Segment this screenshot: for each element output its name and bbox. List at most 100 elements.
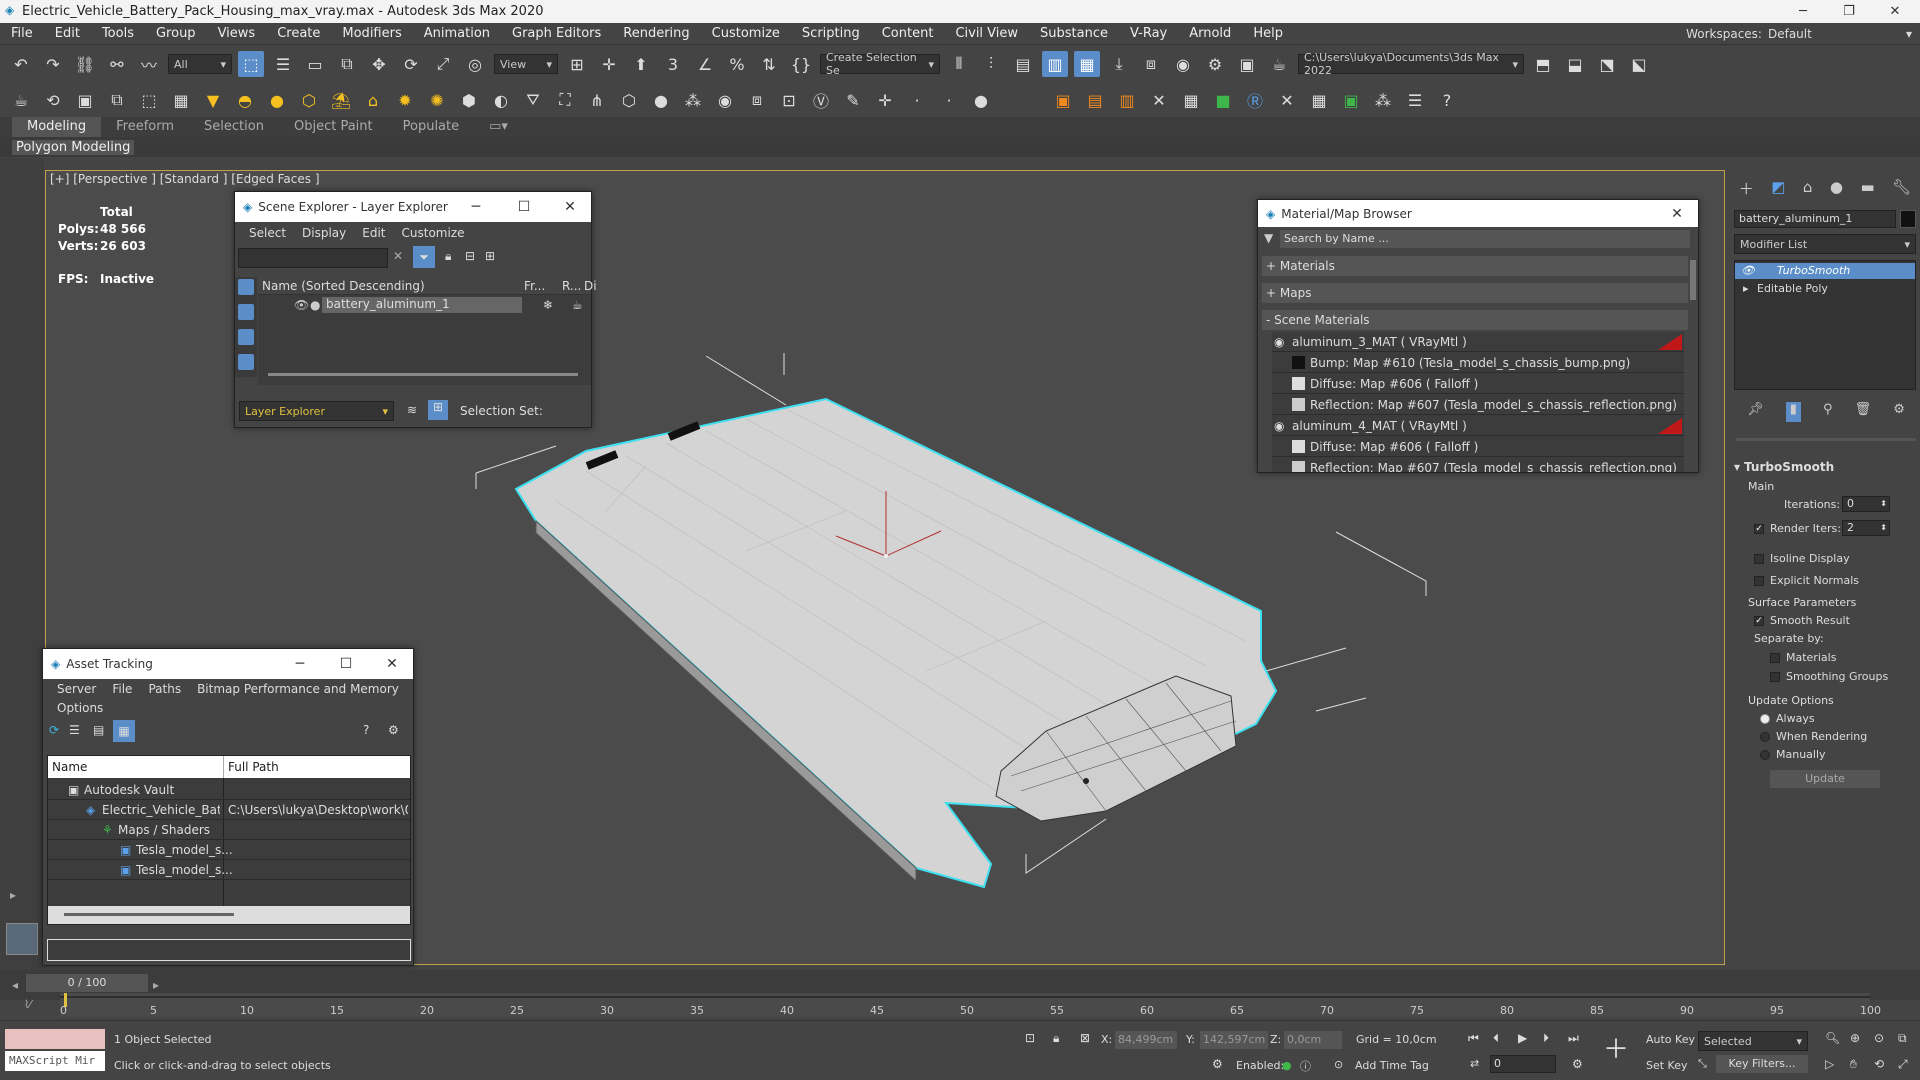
pivot-icon[interactable]: ⊞ (564, 51, 590, 77)
sun-icon[interactable]: ✹ (392, 87, 418, 113)
tab-freeform[interactable]: Freeform (101, 117, 189, 137)
utilities-tab-icon[interactable]: 🔧︎ (1892, 178, 1911, 200)
col-di[interactable]: Di (584, 279, 597, 293)
pin-stack-icon[interactable]: 📌︎ (1747, 402, 1764, 422)
teapot-icon[interactable]: ☕ (8, 87, 34, 113)
menu-create[interactable]: Create (266, 26, 331, 41)
zoom-icon[interactable]: 🔍︎ (1825, 1031, 1840, 1045)
forest-pack-icon[interactable]: ▣ (1050, 87, 1076, 113)
list-tool-icon[interactable]: ☰ (1402, 87, 1428, 113)
chevron-right-icon[interactable]: ▸ (1743, 282, 1749, 295)
tab-modeling[interactable]: Modeling (12, 117, 102, 137)
ribbon-options-icon[interactable]: ▭▾ (474, 117, 523, 137)
menu-arnold[interactable]: Arnold (1178, 26, 1242, 41)
mb-item[interactable]: Reflection: Map #607 (Tesla_model_s_chas… (1272, 458, 1684, 472)
percent-snap-icon[interactable]: % (724, 51, 750, 77)
stack-item-editable-poly[interactable]: ▸ Editable Poly (1735, 281, 1915, 297)
select-object-icon[interactable]: ⬚ (238, 51, 264, 77)
vray-dot-c-icon[interactable]: ● (968, 87, 994, 113)
filter-icon[interactable]: ⏷ (413, 246, 435, 268)
project-path-dropdown[interactable]: C:\Users\lukya\Documents\3ds Max 2022 ▾ (1298, 51, 1524, 77)
menu-vray[interactable]: V-Ray (1119, 26, 1178, 41)
se-row[interactable]: 👁︎ ● battery_aluminum_1 ❄ ☕ (258, 296, 591, 314)
layer-manager-icon[interactable]: ▤ (1010, 51, 1036, 77)
scene-explorer-icon[interactable]: ▦ (1074, 51, 1100, 77)
vray-converter-icon[interactable]: ⊡ (776, 87, 802, 113)
key-selection-dropdown[interactable]: Selected ▾ (1698, 1031, 1808, 1051)
at-menu-options[interactable]: Options (49, 701, 111, 715)
reference-coord-dropdown[interactable]: View ▾ (494, 54, 558, 74)
materials-row[interactable]: Materials (1770, 651, 1836, 664)
col-name[interactable]: Name (52, 760, 87, 774)
mb-item[interactable]: Reflection: Map #607 (Tesla_model_s_chas… (1272, 395, 1684, 415)
scale-icon[interactable]: ⤢ (430, 51, 456, 77)
vray-dot-a-icon[interactable]: · (904, 87, 930, 113)
time-config-icon[interactable]: ⚙ (1572, 1057, 1583, 1071)
light-spot-icon[interactable]: ▼ (200, 87, 226, 113)
menu-substance[interactable]: Substance (1029, 26, 1119, 41)
configure-sets-icon[interactable]: ⚙ (1893, 402, 1905, 422)
table-row[interactable]: ⚘ Maps / Shaders (48, 820, 410, 840)
smooth-result-row[interactable]: ✓ Smooth Result (1754, 614, 1850, 627)
render-iters-row[interactable]: ✓ Render Iters: (1754, 522, 1841, 535)
display-cameras-icon[interactable] (238, 354, 254, 370)
tab-populate[interactable]: Populate (388, 117, 475, 137)
selection-filter-dropdown[interactable]: All ▾ (168, 54, 232, 74)
x-coordinate-field[interactable]: 84,499cm (1115, 1031, 1177, 1049)
refresh-icon[interactable]: ⟳ (49, 723, 59, 737)
ribbon-polygon-modeling[interactable]: Polygon Modeling (12, 139, 135, 155)
edit-named-sets-icon[interactable]: {} (788, 51, 814, 77)
select-by-name-icon[interactable]: ☰ (270, 51, 296, 77)
display-objects-icon[interactable] (238, 279, 254, 295)
update-button[interactable]: Update (1770, 770, 1880, 788)
always-radio[interactable]: Always (1760, 712, 1815, 725)
pan-icon[interactable]: ✋︎ (1850, 1057, 1857, 1072)
menu-views[interactable]: Views (207, 26, 267, 41)
remove-modifier-icon[interactable]: 🗑︎ (1855, 402, 1872, 422)
table-row[interactable]: ◈ Electric_Vehicle_Batt... C:\Users\luky… (48, 800, 410, 820)
next-key-icon[interactable]: ⏵ (1543, 1031, 1549, 1046)
add-time-tag[interactable]: Add Time Tag (1355, 1059, 1429, 1072)
viewport-thumb[interactable] (6, 923, 38, 955)
vray-light-icon[interactable]: ⟲ (40, 87, 66, 113)
vray-tool-b-icon[interactable]: ✛ (872, 87, 898, 113)
transform-mode-icon[interactable]: ⊠ (1080, 1031, 1090, 1045)
keyboard-shortcut-icon[interactable]: ⬆ (628, 51, 654, 77)
vray-proxy-icon[interactable]: ⧉ (104, 87, 130, 113)
scatter-icon[interactable]: ⁂ (1370, 87, 1396, 113)
mb-item[interactable]: Diffuse: Map #606 ( Falloff ) (1272, 374, 1684, 394)
schematic-view-icon[interactable]: ⧈ (1138, 51, 1164, 77)
minimize-icon[interactable]: ─ (455, 192, 497, 222)
time-slider[interactable]: 0 / 100 (26, 974, 148, 992)
layer-explorer-dropdown[interactable]: Layer Explorer ▾ (239, 401, 394, 421)
help-icon[interactable]: ? (363, 723, 369, 737)
manually-radio[interactable]: Manually (1760, 748, 1826, 761)
frozen-icon[interactable]: ❄ (543, 298, 553, 312)
se-hscrollbar[interactable] (268, 373, 578, 376)
maximize-viewport-icon[interactable]: ⤢ (1898, 1057, 1908, 1072)
prev-frame-icon[interactable]: ◂ (12, 978, 18, 992)
col-name[interactable]: Name (Sorted Descending) (262, 279, 425, 293)
material-editor-icon[interactable]: ◉ (1170, 51, 1196, 77)
se-menu-select[interactable]: Select (241, 226, 294, 240)
vray-render-icon[interactable]: ⬚ (136, 87, 162, 113)
menu-group[interactable]: Group (145, 26, 207, 41)
tab-object-paint[interactable]: Object Paint (279, 117, 388, 137)
mb-scrollbar[interactable] (1690, 260, 1696, 300)
vray-material-icon[interactable]: ● (648, 87, 674, 113)
menu-graph-editors[interactable]: Graph Editors (501, 26, 612, 41)
mb-group-maps[interactable]: + Maps (1262, 283, 1688, 303)
key-filters-button[interactable]: Key Filters... (1716, 1055, 1808, 1073)
goto-end-icon[interactable]: ⏭ (1568, 1031, 1579, 1046)
modifier-list-dropdown[interactable]: Modifier List ▾ (1734, 234, 1916, 254)
menu-content[interactable]: Content (871, 26, 945, 41)
render-frame-icon[interactable]: ▣ (1234, 51, 1260, 77)
display-lights-icon[interactable] (238, 329, 254, 345)
curve-editor-icon[interactable]: ⤓ (1106, 51, 1132, 77)
project-new-icon[interactable]: ⬕ (1626, 51, 1652, 77)
maximize-icon[interactable]: ☐ (325, 649, 367, 679)
vray-v-icon[interactable]: Ⓥ (808, 87, 834, 113)
visibility-icon[interactable]: 👁︎ (294, 298, 309, 312)
col-r[interactable]: R... (562, 279, 581, 293)
close-icon[interactable]: ✕ (1656, 200, 1698, 227)
